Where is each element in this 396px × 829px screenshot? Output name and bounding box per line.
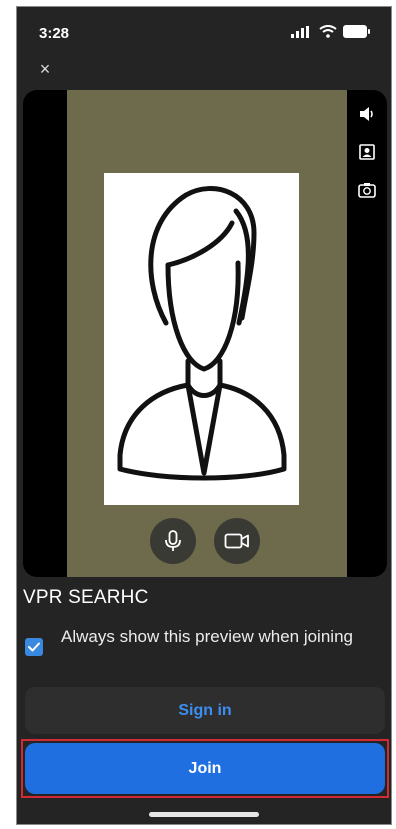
phone-screen: 3:28 × VPR SEARHC Always show this previ…	[16, 6, 392, 825]
status-time: 3:28	[39, 25, 70, 42]
always-show-preview-label: Always show this preview when joining	[61, 627, 353, 646]
video-area	[67, 90, 347, 577]
wifi-icon	[319, 25, 337, 38]
speaker-icon[interactable]	[357, 104, 377, 124]
media-controls	[23, 518, 387, 564]
user-avatar-icon	[117, 186, 287, 481]
avatar-image	[104, 173, 299, 505]
signal-icon	[291, 25, 309, 38]
microphone-button[interactable]	[150, 518, 196, 564]
video-preview	[23, 90, 387, 577]
sign-in-button[interactable]: Sign in	[25, 687, 385, 734]
join-button[interactable]: Join	[25, 743, 385, 794]
microphone-icon	[165, 530, 181, 551]
close-icon: ×	[39, 59, 51, 79]
home-indicator	[149, 812, 259, 817]
status-icons	[291, 25, 371, 38]
always-show-preview-checkbox[interactable]	[25, 638, 43, 656]
close-button[interactable]: ×	[35, 59, 55, 79]
battery-icon	[343, 25, 370, 38]
side-controls	[357, 104, 377, 200]
status-bar: 3:28	[17, 7, 391, 53]
camera-flip-icon[interactable]	[357, 180, 377, 200]
video-camera-icon	[224, 533, 249, 549]
portrait-icon[interactable]	[357, 142, 377, 162]
display-name: VPR SEARHC	[23, 587, 149, 608]
checkmark-icon	[28, 642, 40, 652]
video-button[interactable]	[214, 518, 260, 564]
